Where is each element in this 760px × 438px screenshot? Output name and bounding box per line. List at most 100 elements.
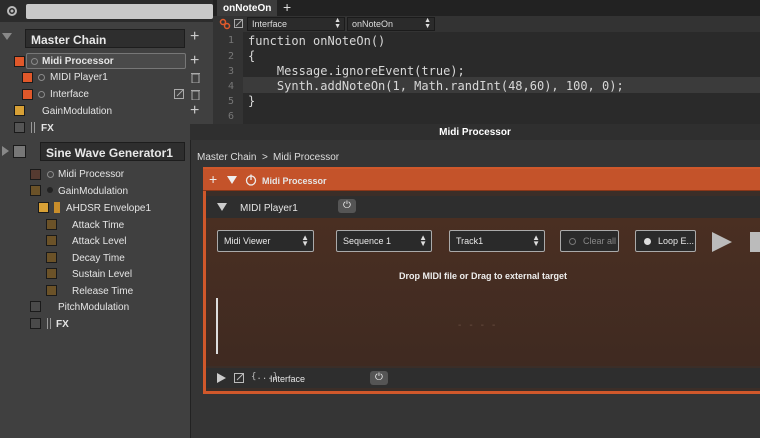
window-title[interactable]: Midi Processor xyxy=(190,124,760,140)
midi-processor-swatch xyxy=(14,56,25,67)
drop-hint: Drop MIDI file or Drag to external targe… xyxy=(398,271,568,281)
master-chain-header[interactable]: Master Chain xyxy=(25,29,185,48)
add-child-button[interactable]: + xyxy=(209,172,217,186)
bypass-icon[interactable] xyxy=(31,58,38,65)
breadcrumb: Master Chain > Midi Processor xyxy=(190,150,760,166)
bypass-icon[interactable] xyxy=(38,91,45,98)
tree-item-sub-gain-modulation[interactable]: GainModulation xyxy=(58,186,128,197)
viewer-select[interactable]: Midi Viewer ▲ ▼ xyxy=(217,230,314,252)
midi-player-swatch xyxy=(22,72,33,83)
tree-item-release-time[interactable]: Release Time xyxy=(72,286,133,297)
callback-combo-label: onNoteOn xyxy=(352,19,394,29)
viewer-select-label: Midi Viewer xyxy=(224,236,271,246)
expand-arrow-icon[interactable] xyxy=(2,146,9,156)
line-number: 6 xyxy=(227,111,234,122)
tree-item-attack-time[interactable]: Attack Time xyxy=(72,220,124,231)
editor-tab-bar xyxy=(213,0,760,16)
note-dashes: ---- xyxy=(458,320,504,331)
tree-item-fx[interactable]: FX xyxy=(41,123,54,134)
code-line[interactable]: Synth.addNoteOn(1, Math.randInt(48,60), … xyxy=(248,79,624,93)
popout-icon[interactable] xyxy=(174,89,184,99)
envelope-swatch xyxy=(38,202,49,213)
bypass-icon[interactable] xyxy=(38,74,45,81)
tree-item-decay-time[interactable]: Decay Time xyxy=(72,253,125,264)
param-swatch xyxy=(46,252,57,263)
gain-mod-swatch xyxy=(14,105,25,116)
callback-combo[interactable]: onNoteOn ▲ ▼ xyxy=(347,17,435,31)
fold-arrow-icon[interactable] xyxy=(227,176,237,184)
breadcrumb-midi-processor[interactable]: Midi Processor xyxy=(273,152,339,163)
link-icon[interactable] xyxy=(219,18,231,30)
chain-icon xyxy=(31,122,35,133)
power-button[interactable]: ⏻ xyxy=(338,199,356,213)
add-tab-button[interactable]: + xyxy=(283,0,291,14)
tree-item-sustain-level[interactable]: Sustain Level xyxy=(72,269,132,280)
tree-item-midi-player[interactable]: MIDI Player1 xyxy=(50,72,108,83)
power-icon[interactable] xyxy=(245,174,257,186)
envelope-bar xyxy=(54,202,60,213)
tree-item-gain-modulation[interactable]: GainModulation xyxy=(42,106,112,117)
code-line[interactable]: function onNoteOn() xyxy=(248,34,385,48)
param-swatch xyxy=(46,268,57,279)
pitch-swatch xyxy=(30,301,41,312)
param-swatch xyxy=(46,285,57,296)
line-number: 1 xyxy=(227,35,234,46)
clear-all-button[interactable]: Clear all xyxy=(560,230,619,252)
gear-icon[interactable] xyxy=(6,5,18,17)
interface-swatch xyxy=(22,89,33,100)
led-icon xyxy=(644,238,651,245)
expand-arrow-icon[interactable] xyxy=(217,373,226,383)
add-module-button[interactable]: + xyxy=(190,29,199,45)
param-swatch xyxy=(46,235,57,246)
param-swatch xyxy=(46,219,57,230)
code-line[interactable]: { xyxy=(248,49,255,63)
bypass-icon[interactable] xyxy=(47,171,54,178)
sub-fx-swatch xyxy=(30,318,41,329)
code-line[interactable]: } xyxy=(248,94,255,108)
stop-icon[interactable] xyxy=(750,232,760,252)
breadcrumb-master-chain[interactable]: Master Chain xyxy=(197,152,256,163)
tree-item-interface[interactable]: Interface xyxy=(50,89,89,100)
fx-swatch xyxy=(14,122,25,133)
sine-generator-header[interactable]: Sine Wave Generator1 xyxy=(40,142,185,161)
tree-item-sub-fx[interactable]: FX xyxy=(56,319,69,330)
file-combo-label: Interface xyxy=(252,19,288,29)
collapse-arrow-icon[interactable] xyxy=(2,33,12,41)
sequence-select-label: Sequence 1 xyxy=(343,236,392,246)
track-select[interactable]: Track1 ▲ ▼ xyxy=(449,230,545,252)
clear-all-label: Clear all xyxy=(583,236,617,246)
line-number: 4 xyxy=(227,81,234,92)
trash-icon[interactable] xyxy=(191,72,200,83)
loop-button[interactable]: Loop E... xyxy=(635,230,696,252)
midi-player-title: MIDI Player1 xyxy=(240,203,298,214)
module-title: Midi Processor xyxy=(262,176,327,186)
file-combo[interactable]: Interface ▲ ▼ xyxy=(247,17,345,31)
add-module-button[interactable]: + xyxy=(190,53,199,69)
fold-arrow-icon[interactable] xyxy=(217,203,227,211)
track-select-label: Track1 xyxy=(456,236,484,246)
play-icon[interactable] xyxy=(712,232,732,252)
tree-item-attack-level[interactable]: Attack Level xyxy=(72,236,126,247)
sub-midi-swatch xyxy=(30,169,41,180)
tree-item-envelope[interactable]: AHDSR Envelope1 xyxy=(66,203,151,214)
sequence-select[interactable]: Sequence 1 ▲ ▼ xyxy=(336,230,432,252)
breadcrumb-separator: > xyxy=(262,152,268,163)
trash-icon[interactable] xyxy=(191,89,200,100)
tree-search-input[interactable] xyxy=(26,4,213,19)
tree-item-label: Midi Processor xyxy=(42,56,114,67)
tree-item-pitch-modulation[interactable]: PitchModulation xyxy=(58,302,129,313)
line-number: 5 xyxy=(227,96,234,107)
popout-icon[interactable] xyxy=(234,19,243,28)
line-number: 2 xyxy=(227,51,234,62)
popout-icon[interactable] xyxy=(234,373,244,383)
line-number: 3 xyxy=(227,66,234,77)
bypass-icon[interactable] xyxy=(47,187,53,193)
tab-onnoteon[interactable]: onNoteOn xyxy=(217,0,278,16)
chain-icon xyxy=(47,318,51,329)
tree-item-sub-midi-processor[interactable]: Midi Processor xyxy=(58,169,124,180)
power-button[interactable]: ⏻ xyxy=(370,371,388,385)
interface-label: Interface xyxy=(270,374,306,384)
code-line[interactable]: Message.ignoreEvent(true); xyxy=(248,64,465,78)
sine-gen-swatch xyxy=(13,145,26,158)
add-module-button[interactable]: + xyxy=(190,103,199,119)
